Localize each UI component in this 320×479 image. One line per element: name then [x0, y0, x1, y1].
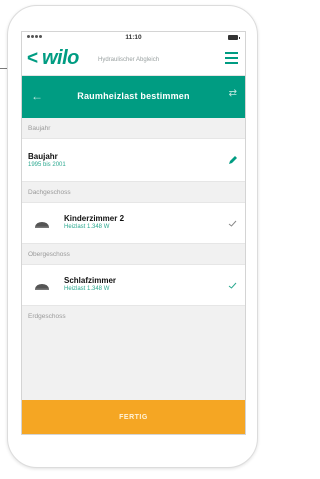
hamburger-icon[interactable]: [225, 52, 238, 64]
title-bar: ← Raumheizlast bestimmen ⇄: [22, 76, 245, 118]
list-item-kinderzimmer[interactable]: Kinderzimmer 2 Heizlast 1.348 W: [22, 202, 245, 244]
status-time: 11:10: [125, 34, 142, 41]
header-subtitle: Hydraulischer Abgleich: [98, 57, 160, 63]
list-item-subtitle: 1995 bis 2001: [28, 162, 66, 168]
list-item-baujahr[interactable]: Baujahr 1995 bis 2001: [22, 138, 245, 182]
check-icon: [228, 282, 237, 289]
bed-icon: [35, 284, 49, 290]
section-header-baujahr: Baujahr: [22, 118, 245, 138]
bed-icon: [35, 222, 49, 228]
list-item-subtitle: Heizlast 1.348 W: [64, 224, 110, 230]
section-header-dachgeschoss: Dachgeschoss: [22, 182, 245, 202]
status-bar: 11:10: [22, 32, 245, 44]
phone-frame: 11:10 < wilo Hydraulischer Abgleich ← Ra…: [7, 5, 258, 468]
back-chevron-icon[interactable]: <: [27, 49, 38, 68]
list-item-subtitle: Heizlast 1.348 W: [64, 286, 110, 292]
section-header-obergeschoss: Obergeschoss: [22, 244, 245, 264]
check-icon: [228, 220, 237, 227]
list-item-title: Kinderzimmer 2: [64, 214, 125, 223]
pencil-icon[interactable]: [228, 155, 238, 165]
battery-icon: [228, 35, 240, 40]
list-item-title: Baujahr: [28, 152, 58, 161]
done-button[interactable]: FERTIG: [22, 400, 245, 434]
swap-icon[interactable]: ⇄: [229, 88, 237, 99]
phone-screen: 11:10 < wilo Hydraulischer Abgleich ← Ra…: [21, 31, 246, 435]
wilo-logo: wilo: [42, 47, 79, 69]
app-header: < wilo Hydraulischer Abgleich: [22, 44, 245, 76]
page-title: Raumheizlast bestimmen: [77, 91, 190, 101]
list-item-title: Schlafzimmer: [64, 276, 117, 285]
list-item-schlafzimmer[interactable]: Schlafzimmer Heizlast 1.348 W: [22, 264, 245, 306]
section-header-erdgeschoss: Erdgeschoss: [22, 306, 245, 326]
